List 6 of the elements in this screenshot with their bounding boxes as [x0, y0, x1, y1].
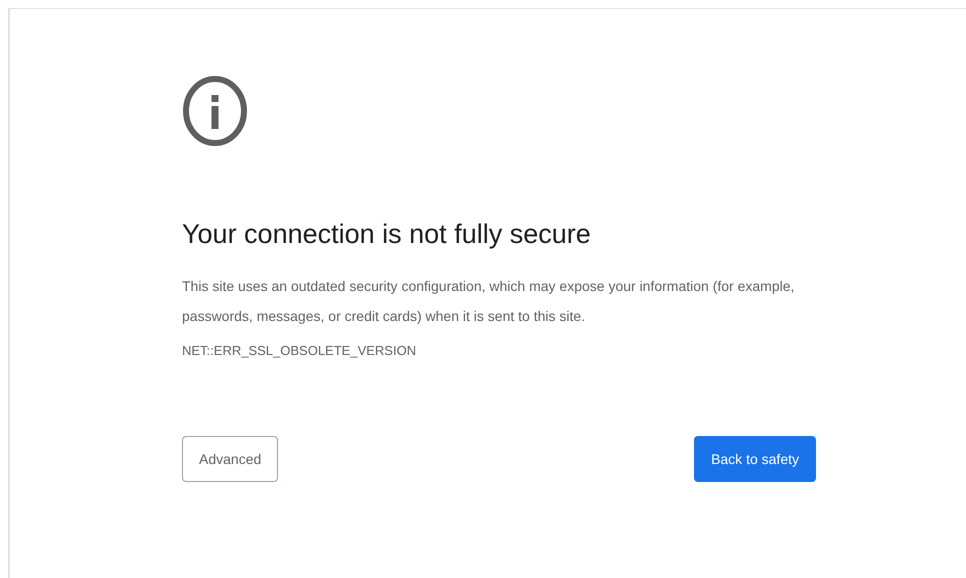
- page-heading: Your connection is not fully secure: [182, 218, 592, 251]
- info-icon: [182, 75, 248, 147]
- advanced-button[interactable]: Advanced: [182, 436, 278, 482]
- error-code: NET::ERR_SSL_OBSOLETE_VERSION: [182, 342, 418, 360]
- back-to-safety-button[interactable]: Back to safety: [694, 436, 816, 482]
- description-text: This site uses an outdated security configuration, which may expose your information (for example, passwords, messages, or credit cards) when it is sent to this site.: [182, 277, 796, 326]
